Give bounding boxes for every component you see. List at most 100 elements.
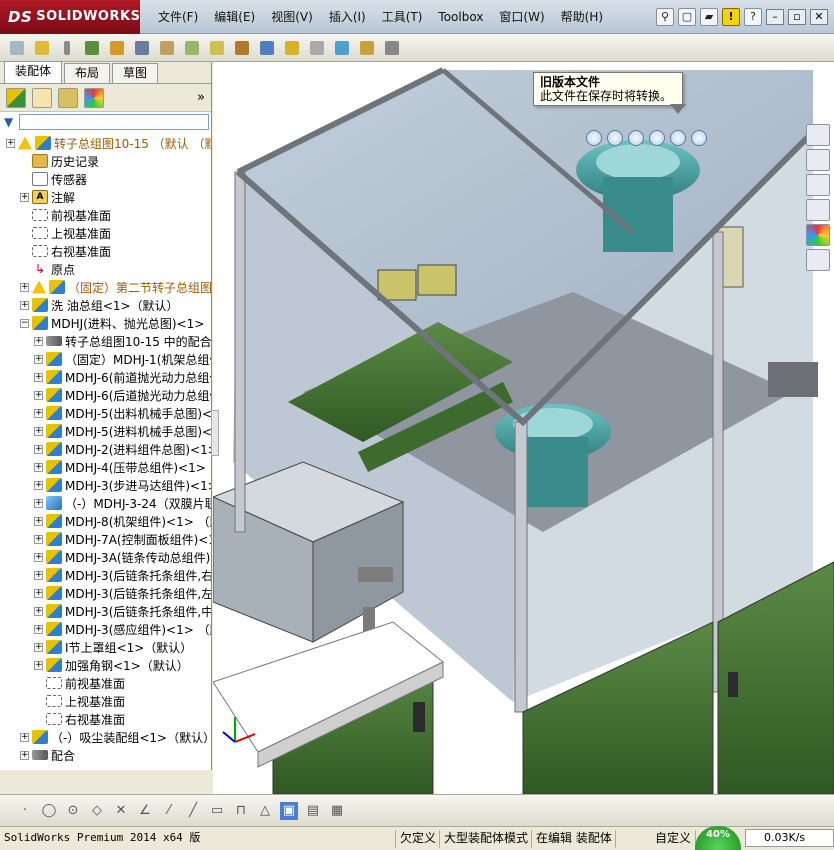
interference-icon[interactable] bbox=[231, 38, 253, 58]
edge-icon[interactable]: ◇ bbox=[88, 802, 106, 820]
tree-item[interactable]: 上视基准面 bbox=[0, 692, 211, 710]
menu-view[interactable]: 视图(V) bbox=[263, 0, 321, 34]
expand-toggle[interactable]: + bbox=[34, 480, 43, 490]
zoom-to-fit-icon[interactable] bbox=[586, 130, 602, 146]
expand-toggle[interactable]: + bbox=[34, 552, 43, 562]
tree-item[interactable]: − MDHJ(进料、抛光总图)<1> （默 bbox=[0, 314, 211, 332]
feature-tree-icon[interactable] bbox=[6, 87, 26, 108]
tree-item[interactable]: + MDHJ-8(机架组件)<1> （默认 bbox=[0, 512, 211, 530]
tab-sketch[interactable]: 草图 bbox=[112, 63, 159, 83]
view-palette-icon[interactable] bbox=[806, 199, 830, 221]
pin-icon[interactable]: ⚲ bbox=[656, 8, 674, 26]
help-icon[interactable]: ? bbox=[744, 8, 762, 26]
tree-item[interactable]: 传感器 bbox=[0, 170, 211, 188]
tree-item[interactable]: + 配合 bbox=[0, 746, 211, 764]
custom-properties-icon[interactable] bbox=[806, 249, 830, 271]
previous-view-icon[interactable] bbox=[628, 130, 644, 146]
appearances-icon[interactable] bbox=[806, 224, 830, 246]
expand-toggle[interactable]: + bbox=[34, 624, 43, 634]
collapse-toggle[interactable]: − bbox=[20, 318, 29, 328]
menu-help[interactable]: 帮助(H) bbox=[553, 0, 611, 34]
tree-item[interactable]: + 转子总组图10-15 （默认 （默认_ bbox=[0, 134, 211, 152]
tree-item[interactable]: 前视基准面 bbox=[0, 674, 211, 692]
graphics-area[interactable] bbox=[213, 62, 834, 794]
options-icon[interactable] bbox=[306, 38, 328, 58]
expand-toggle[interactable]: + bbox=[34, 498, 43, 508]
menu-window[interactable]: 窗口(W) bbox=[491, 0, 552, 34]
file-explorer-icon[interactable] bbox=[806, 174, 830, 196]
tab-layout[interactable]: 布局 bbox=[64, 63, 111, 83]
expand-toggle[interactable]: + bbox=[34, 390, 43, 400]
point-icon[interactable]: · bbox=[16, 802, 34, 820]
circle-icon[interactable]: ◯ bbox=[40, 802, 58, 820]
tree-item[interactable]: 右视基准面 bbox=[0, 710, 211, 728]
expand-toggle[interactable]: + bbox=[34, 408, 43, 418]
expand-toggle[interactable]: + bbox=[34, 534, 43, 544]
solidworks-resources-icon[interactable] bbox=[806, 124, 830, 146]
tree-item[interactable]: + MDHJ-4(压带总组件)<1> （ bbox=[0, 458, 211, 476]
new-document-icon[interactable]: ▢ bbox=[678, 8, 696, 26]
tree-item[interactable]: ↳ 原点 bbox=[0, 260, 211, 278]
restore-button[interactable]: ▫ bbox=[788, 9, 806, 25]
smart-fasteners-icon[interactable] bbox=[131, 38, 153, 58]
tree-item[interactable]: + （-）吸尘装配组<1>（默认） bbox=[0, 728, 211, 746]
tree-item[interactable]: + MDHJ-7A(控制面板组件)<1> bbox=[0, 530, 211, 548]
display-manager-icon[interactable] bbox=[84, 87, 104, 108]
large-assembly-mode[interactable]: 大型装配体模式 bbox=[440, 829, 532, 848]
tree-item[interactable]: + MDHJ-3(后链条托条组件,左 bbox=[0, 584, 211, 602]
tree-item[interactable]: + 转子总组图10-15 中的配合 bbox=[0, 332, 211, 350]
tree-item[interactable]: + MDHJ-5(进料机械手总图)<2> bbox=[0, 422, 211, 440]
panel-collapse-handle[interactable] bbox=[211, 410, 219, 456]
warning-icon[interactable]: ! bbox=[722, 8, 740, 26]
view-orientation-icon[interactable] bbox=[670, 130, 686, 146]
customize-status[interactable]: 自定义 bbox=[616, 829, 696, 848]
expand-chevron-icon[interactable]: » bbox=[197, 90, 211, 105]
tree-item[interactable]: + （固定）MDHJ-1(机架总组件 bbox=[0, 350, 211, 368]
menu-edit[interactable]: 编辑(E) bbox=[206, 0, 263, 34]
minimize-button[interactable]: – bbox=[766, 9, 784, 25]
filter-icon[interactable]: ▼ bbox=[4, 115, 13, 129]
tree-item[interactable]: + MDHJ-3(后链条托条组件,中 bbox=[0, 602, 211, 620]
new-part-icon[interactable] bbox=[31, 38, 53, 58]
close-button[interactable]: ✕ bbox=[810, 9, 828, 25]
tree-item[interactable]: + MDHJ-5(出料机械手总图)<1> bbox=[0, 404, 211, 422]
tree-item[interactable]: 上视基准面 bbox=[0, 224, 211, 242]
tree-item[interactable]: + 加强角钢<1>（默认） bbox=[0, 656, 211, 674]
expand-toggle[interactable]: + bbox=[34, 642, 43, 652]
expand-toggle[interactable]: + bbox=[6, 138, 15, 148]
tree-item[interactable]: + MDHJ-2(进料组件总图)<1> bbox=[0, 440, 211, 458]
mass-properties-icon[interactable] bbox=[356, 38, 378, 58]
expand-toggle[interactable]: + bbox=[34, 570, 43, 580]
zoom-area-icon[interactable] bbox=[607, 130, 623, 146]
expand-toggle[interactable]: + bbox=[34, 426, 43, 436]
menu-tools[interactable]: 工具(T) bbox=[374, 0, 431, 34]
move-component-icon[interactable] bbox=[106, 38, 128, 58]
property-manager-icon[interactable] bbox=[32, 87, 52, 108]
grid-icon[interactable]: ▦ bbox=[328, 802, 346, 820]
reference-geometry-icon[interactable] bbox=[206, 38, 228, 58]
tree-item[interactable]: 前视基准面 bbox=[0, 206, 211, 224]
expand-toggle[interactable]: + bbox=[34, 588, 43, 598]
tree-item[interactable]: + MDHJ-3A(链条传动总组件)< bbox=[0, 548, 211, 566]
tree-item[interactable]: + A 注解 bbox=[0, 188, 211, 206]
rect-icon[interactable]: ▭ bbox=[208, 802, 226, 820]
instant3d-icon[interactable] bbox=[256, 38, 278, 58]
filter-input[interactable] bbox=[19, 114, 210, 130]
tree-item[interactable]: + （-）MDHJ-3-24（双膜片联轴器 bbox=[0, 494, 211, 512]
measure-icon[interactable] bbox=[331, 38, 353, 58]
expand-toggle[interactable]: + bbox=[20, 732, 29, 742]
expand-toggle[interactable]: + bbox=[34, 660, 43, 670]
paperclip-icon[interactable] bbox=[56, 38, 78, 58]
expand-toggle[interactable]: + bbox=[20, 300, 29, 310]
expand-toggle[interactable]: + bbox=[34, 606, 43, 616]
tree-item[interactable]: + I节上罩组<1>（默认） bbox=[0, 638, 211, 656]
slash-icon[interactable]: ╱ bbox=[184, 802, 202, 820]
open-folder-icon[interactable]: ▰ bbox=[700, 8, 718, 26]
menu-insert[interactable]: 插入(I) bbox=[321, 0, 374, 34]
assembly-features-icon[interactable] bbox=[181, 38, 203, 58]
bracket-icon[interactable]: ⊓ bbox=[232, 802, 250, 820]
insert-component-icon[interactable] bbox=[6, 38, 28, 58]
center-circle-icon[interactable]: ⊙ bbox=[64, 802, 82, 820]
cube-icon[interactable]: ▣ bbox=[280, 801, 298, 820]
mate-icon[interactable] bbox=[81, 38, 103, 58]
